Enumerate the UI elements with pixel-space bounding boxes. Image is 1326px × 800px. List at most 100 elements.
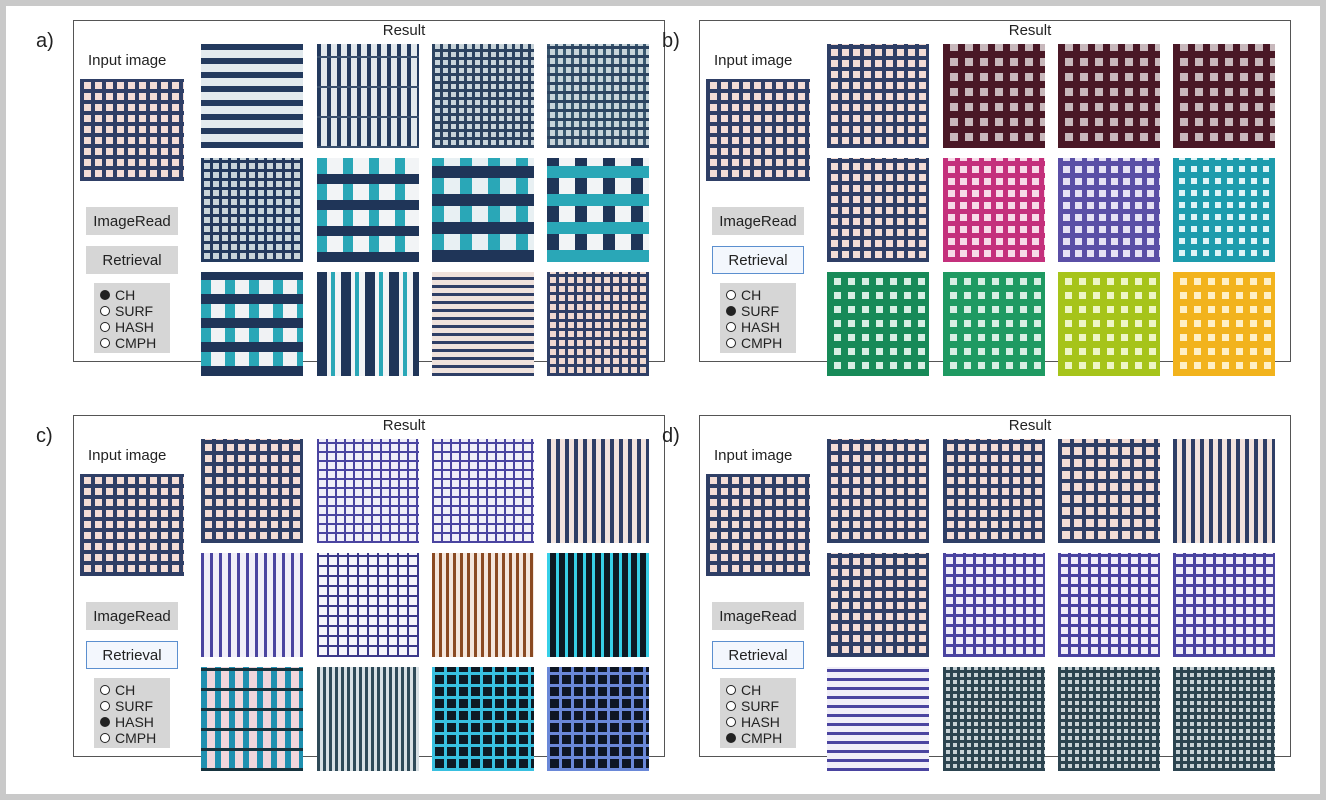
result-thumbnail[interactable] bbox=[943, 667, 1045, 771]
radio-button-icon[interactable] bbox=[100, 717, 110, 727]
result-thumbnail[interactable] bbox=[317, 667, 419, 771]
method-radio-group: CH SURF HASH CMPH bbox=[94, 283, 170, 353]
result-thumbnail[interactable] bbox=[827, 158, 929, 262]
radio-option-cmph[interactable]: CMPH bbox=[726, 730, 796, 746]
result-thumbnail[interactable] bbox=[547, 553, 649, 657]
result-thumbnail[interactable] bbox=[317, 553, 419, 657]
result-thumbnail[interactable] bbox=[827, 44, 929, 148]
result-thumbnail[interactable] bbox=[1173, 272, 1275, 376]
result-thumbnail[interactable] bbox=[1058, 158, 1160, 262]
panel-a: Result Input image ImageRead Retrieval CH SUR… bbox=[73, 20, 665, 376]
result-thumbnail[interactable] bbox=[943, 439, 1045, 543]
result-thumbnail[interactable] bbox=[547, 439, 649, 543]
result-thumbnail[interactable] bbox=[1058, 667, 1160, 771]
radio-button-icon[interactable] bbox=[726, 306, 736, 316]
radio-option-hash[interactable]: HASH bbox=[726, 714, 796, 730]
result-thumbnail[interactable] bbox=[432, 553, 534, 657]
result-thumbnail[interactable] bbox=[943, 44, 1045, 148]
result-thumbnail[interactable] bbox=[827, 272, 929, 376]
input-image-label: Input image bbox=[714, 52, 793, 69]
result-thumbnail[interactable] bbox=[1058, 553, 1160, 657]
result-thumbnail[interactable] bbox=[547, 272, 649, 376]
result-thumbnail[interactable] bbox=[317, 158, 419, 262]
radio-option-surf[interactable]: SURF bbox=[100, 303, 170, 319]
result-thumbnail[interactable] bbox=[1058, 439, 1160, 543]
result-thumbnail[interactable] bbox=[1173, 553, 1275, 657]
retrieval-button[interactable]: Retrieval bbox=[712, 246, 804, 274]
radio-button-icon[interactable] bbox=[726, 322, 736, 332]
radio-button-icon[interactable] bbox=[726, 290, 736, 300]
radio-button-icon[interactable] bbox=[100, 338, 110, 348]
result-thumbnail[interactable] bbox=[432, 158, 534, 262]
result-thumbnail[interactable] bbox=[547, 667, 649, 771]
radio-button-icon[interactable] bbox=[100, 701, 110, 711]
radio-label: HASH bbox=[115, 319, 154, 335]
result-thumbnail[interactable] bbox=[1173, 158, 1275, 262]
retrieval-button[interactable]: Retrieval bbox=[86, 246, 178, 274]
radio-button-icon[interactable] bbox=[726, 733, 736, 743]
radio-button-icon[interactable] bbox=[726, 338, 736, 348]
radio-button-icon[interactable] bbox=[726, 685, 736, 695]
result-thumbnail[interactable] bbox=[943, 553, 1045, 657]
radio-option-hash[interactable]: HASH bbox=[100, 714, 170, 730]
radio-button-icon[interactable] bbox=[100, 306, 110, 316]
radio-option-ch[interactable]: CH bbox=[726, 287, 796, 303]
retrieval-button[interactable]: Retrieval bbox=[712, 641, 804, 669]
result-thumbnail[interactable] bbox=[1058, 272, 1160, 376]
radio-button-icon[interactable] bbox=[726, 701, 736, 711]
radio-button-icon[interactable] bbox=[100, 685, 110, 695]
radio-option-surf[interactable]: SURF bbox=[726, 698, 796, 714]
result-thumbnail[interactable] bbox=[201, 158, 303, 262]
result-thumbnail[interactable] bbox=[1173, 667, 1275, 771]
radio-label: CMPH bbox=[741, 730, 783, 746]
result-thumbnail[interactable] bbox=[827, 439, 929, 543]
radio-option-ch[interactable]: CH bbox=[100, 287, 170, 303]
imageread-button[interactable]: ImageRead bbox=[712, 207, 804, 235]
imageread-button[interactable]: ImageRead bbox=[86, 602, 178, 630]
radio-button-icon[interactable] bbox=[100, 733, 110, 743]
radio-option-surf[interactable]: SURF bbox=[100, 698, 170, 714]
result-thumbnail[interactable] bbox=[1058, 44, 1160, 148]
result-thumbnail[interactable] bbox=[317, 44, 419, 148]
radio-option-surf[interactable]: SURF bbox=[726, 303, 796, 319]
radio-option-hash[interactable]: HASH bbox=[100, 319, 170, 335]
imageread-button[interactable]: ImageRead bbox=[86, 207, 178, 235]
result-thumbnail[interactable] bbox=[943, 158, 1045, 262]
result-thumbnail[interactable] bbox=[201, 439, 303, 543]
radio-button-icon[interactable] bbox=[100, 322, 110, 332]
radio-option-cmph[interactable]: CMPH bbox=[100, 335, 170, 351]
result-thumbnail[interactable] bbox=[432, 667, 534, 771]
result-thumbnail[interactable] bbox=[201, 44, 303, 148]
result-thumbnail[interactable] bbox=[827, 553, 929, 657]
result-thumbnail[interactable] bbox=[201, 272, 303, 376]
radio-label: CMPH bbox=[115, 730, 157, 746]
result-thumbnail[interactable] bbox=[317, 272, 419, 376]
result-thumbnail[interactable] bbox=[432, 272, 534, 376]
result-thumbnail[interactable] bbox=[317, 439, 419, 543]
radio-option-ch[interactable]: CH bbox=[726, 682, 796, 698]
result-thumbnail[interactable] bbox=[827, 667, 929, 771]
radio-button-icon[interactable] bbox=[726, 717, 736, 727]
result-thumbnail[interactable] bbox=[432, 44, 534, 148]
panel-letter-c: c) bbox=[36, 425, 53, 447]
result-title: Result bbox=[1008, 22, 1052, 39]
radio-option-ch[interactable]: CH bbox=[100, 682, 170, 698]
result-thumbnail[interactable] bbox=[201, 553, 303, 657]
radio-option-hash[interactable]: HASH bbox=[726, 319, 796, 335]
input-image bbox=[706, 474, 810, 576]
radio-option-cmph[interactable]: CMPH bbox=[100, 730, 170, 746]
result-thumbnail[interactable] bbox=[547, 158, 649, 262]
result-thumbnail[interactable] bbox=[201, 667, 303, 771]
result-thumbnail[interactable] bbox=[943, 272, 1045, 376]
panel-c: Result Input image ImageRead Retrieval CH SUR… bbox=[73, 415, 665, 771]
radio-button-icon[interactable] bbox=[100, 290, 110, 300]
result-thumbnail[interactable] bbox=[1173, 44, 1275, 148]
result-thumbnail[interactable] bbox=[432, 439, 534, 543]
radio-option-cmph[interactable]: CMPH bbox=[726, 335, 796, 351]
panel-letter-a: a) bbox=[36, 30, 54, 52]
result-thumbnail[interactable] bbox=[547, 44, 649, 148]
retrieval-button[interactable]: Retrieval bbox=[86, 641, 178, 669]
result-thumbnail[interactable] bbox=[1173, 439, 1275, 543]
radio-label: CMPH bbox=[741, 335, 783, 351]
imageread-button[interactable]: ImageRead bbox=[712, 602, 804, 630]
